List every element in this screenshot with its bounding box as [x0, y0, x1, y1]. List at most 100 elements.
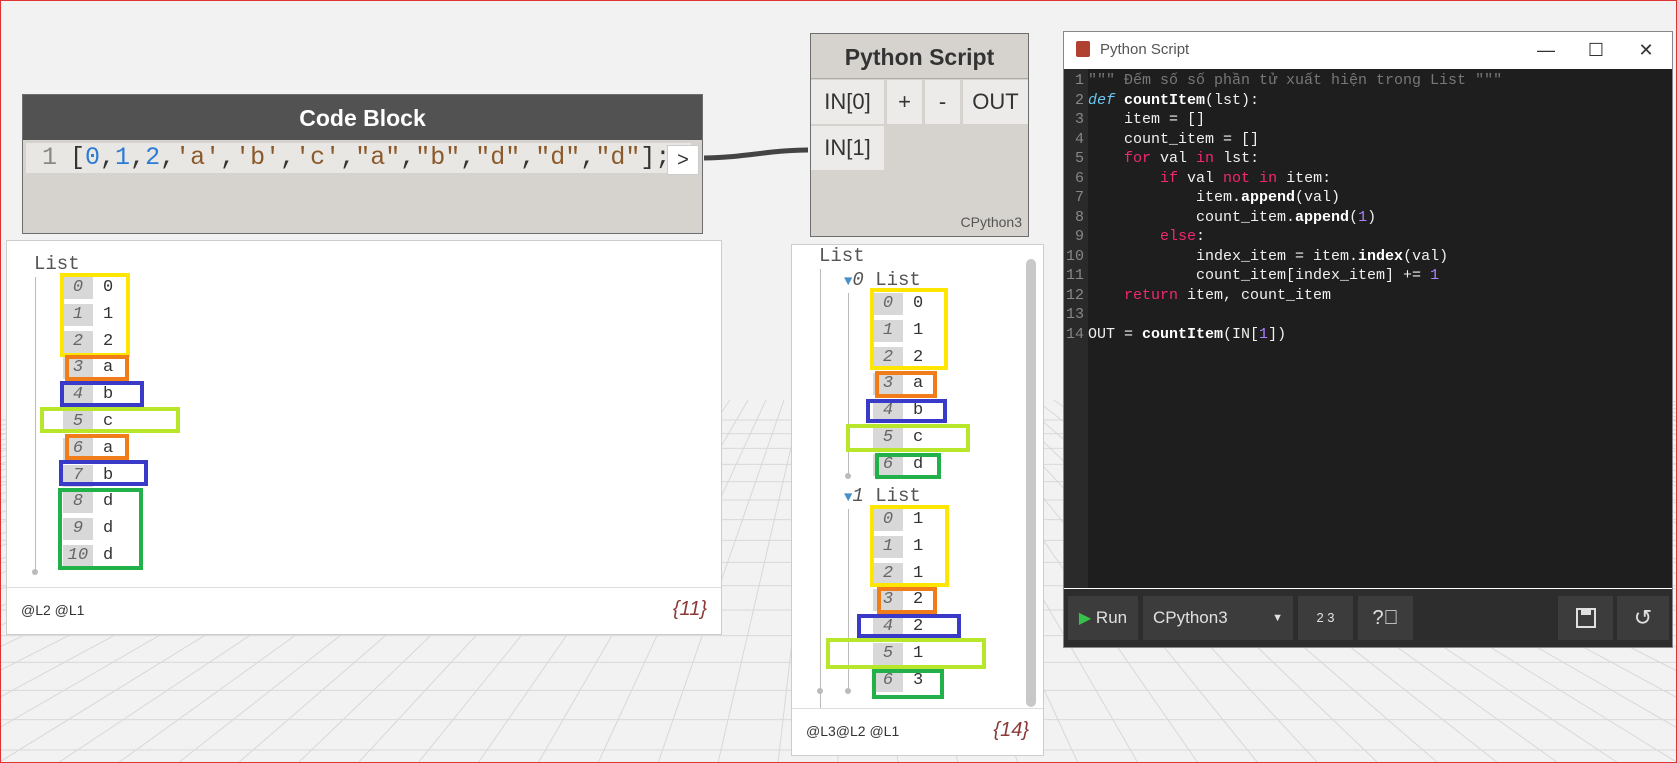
- list-levels[interactable]: @L2 @L1: [21, 602, 84, 618]
- python-node-title[interactable]: Python Script: [811, 34, 1028, 79]
- code-token: [: [70, 143, 86, 172]
- watch-preview-right[interactable]: List ▼0 List ▼1 List 0011223a4b5c6d01112…: [791, 244, 1044, 756]
- engine-select[interactable]: CPython3 ▼: [1143, 596, 1293, 640]
- code-token: lst:: [1214, 150, 1260, 167]
- sublist-index: 0: [852, 269, 864, 291]
- highlight-box: [65, 434, 129, 460]
- code-line[interactable]: 6 if val not in item:: [1064, 169, 1502, 189]
- code-token: (val): [1403, 247, 1449, 265]
- code-token: ,: [340, 143, 356, 172]
- code-block-title[interactable]: Code Block: [23, 95, 702, 140]
- code-line[interactable]: 2 def countItem(lst):: [1064, 91, 1502, 111]
- code-block-code[interactable]: [0,1,2,'a','b','c',"a","b","d","d","d"];: [70, 143, 670, 173]
- code-token: ];: [640, 143, 671, 172]
- code-token: ,: [130, 143, 146, 172]
- code-line[interactable]: 11 count_item[index_item] += 1: [1064, 266, 1502, 286]
- revert-button[interactable]: ↺: [1617, 596, 1669, 640]
- highlight-box: [60, 273, 130, 357]
- code-token: ,: [100, 143, 116, 172]
- sublist-label: List: [875, 485, 921, 507]
- code-token: 1: [115, 143, 131, 172]
- code-line[interactable]: 9 else:: [1064, 227, 1502, 247]
- code-token: (val): [1295, 189, 1341, 206]
- tree-line: [35, 277, 36, 572]
- tree-end-dot: [817, 688, 823, 694]
- editor-titlebar[interactable]: Python Script — ☐ ✕: [1064, 32, 1672, 68]
- code-line[interactable]: 1 """ Đếm số số phần tử xuất hiện trong L…: [1064, 71, 1502, 91]
- python-script-node[interactable]: Python Script IN[0] + - OUT IN[1] CPytho…: [810, 33, 1029, 237]
- code-token: index: [1358, 247, 1404, 265]
- code-line[interactable]: 4 count_item = []: [1064, 130, 1502, 150]
- code-token: "b": [415, 143, 461, 172]
- code-line[interactable]: 14 OUT = countItem(IN[1]): [1064, 325, 1502, 345]
- code-block-node[interactable]: Code Block 1 [0,1,2,'a','b','c',"a","b",…: [22, 94, 703, 234]
- code-line[interactable]: 10 index_item = item.index(val): [1064, 247, 1502, 267]
- code-token: 1: [1259, 325, 1269, 343]
- help-button[interactable]: ?⃝: [1358, 596, 1413, 640]
- code-editor[interactable]: 1 """ Đếm số số phần tử xuất hiện trong L…: [1064, 69, 1672, 588]
- code-line-number: 1: [42, 143, 58, 172]
- watch-preview-left[interactable]: List 0 0 1 1 2 2 3 a 4 b 5 c 6 a 7 b 8 d 9 d 10 d @L2 @L1 {11…: [6, 240, 722, 635]
- code-token: count_item = []: [1088, 130, 1260, 148]
- output-port-out[interactable]: OUT: [963, 80, 1028, 124]
- code-token: in: [1259, 169, 1278, 187]
- code-token: "d": [475, 143, 521, 172]
- highlight-box: [877, 587, 937, 614]
- play-icon: ▶: [1078, 610, 1092, 627]
- remove-input-button[interactable]: -: [925, 80, 960, 124]
- code-line[interactable]: 12 return item, count_item: [1064, 286, 1502, 306]
- code-line[interactable]: 3 item = []: [1064, 110, 1502, 130]
- input-port-in0[interactable]: IN[0]: [811, 80, 884, 124]
- editor-toolbar: ▶ Run CPython3 ▼ 2 3 ?⃝ ↺: [1064, 589, 1672, 647]
- code-token: "d": [595, 143, 641, 172]
- code-token: 'b': [235, 143, 281, 172]
- line-number: 13: [1065, 306, 1084, 323]
- code-block-output-port[interactable]: >: [667, 145, 699, 175]
- vertical-scrollbar[interactable]: [1026, 259, 1036, 707]
- dynamo-logo-icon: [1076, 41, 1090, 57]
- highlight-box: [875, 453, 941, 479]
- code-token: val: [1178, 169, 1224, 187]
- run-button[interactable]: ▶ Run: [1068, 596, 1138, 640]
- highlight-box: [40, 407, 180, 433]
- migration-button[interactable]: 2 3: [1298, 596, 1353, 640]
- tree-end-dot: [32, 569, 38, 575]
- line-number: 9: [1074, 228, 1084, 245]
- code-line[interactable]: 8 count_item.append(1): [1064, 208, 1502, 228]
- save-button[interactable]: [1558, 596, 1613, 640]
- add-input-button[interactable]: +: [887, 80, 922, 124]
- input-port-in1[interactable]: IN[1]: [811, 126, 884, 170]
- code-line[interactable]: 5 for val in lst:: [1064, 149, 1502, 169]
- list-levels[interactable]: @L3@L2 @L1: [806, 723, 899, 739]
- line-number: 11: [1065, 267, 1084, 284]
- code-token: ,: [280, 143, 296, 172]
- undo-icon: ↺: [1633, 605, 1653, 630]
- code-token: ): [1367, 208, 1377, 226]
- engine-value: CPython3: [1153, 608, 1228, 627]
- python-editor-window[interactable]: Python Script — ☐ ✕ 1 """ Đếm số số phần …: [1063, 31, 1673, 648]
- code-line[interactable]: 7 item.append(val): [1064, 188, 1502, 208]
- code-token: ,: [520, 143, 536, 172]
- minimize-button[interactable]: —: [1526, 36, 1566, 64]
- close-button[interactable]: ✕: [1626, 36, 1666, 64]
- line-number: 5: [1074, 150, 1084, 167]
- code-token: :: [1196, 228, 1206, 245]
- maximize-button[interactable]: ☐: [1576, 36, 1616, 64]
- sublist-1-header[interactable]: ▼1 List: [844, 485, 921, 507]
- code-token: ,: [460, 143, 476, 172]
- code-token: return: [1124, 286, 1179, 304]
- code-token: else: [1160, 228, 1197, 245]
- code-token: val: [1151, 150, 1197, 167]
- code-block-line[interactable]: 1 [0,1,2,'a','b','c',"a","b","d","d","d"…: [26, 143, 691, 173]
- code-token: in: [1196, 150, 1215, 167]
- highlight-box: [872, 669, 944, 699]
- line-number: 3: [1074, 111, 1084, 128]
- code-token: ,: [160, 143, 176, 172]
- highlight-box: [65, 355, 129, 381]
- code-line[interactable]: 13: [1064, 305, 1502, 325]
- code-token: """ Đếm số số phần tử xuất hiện trong Li…: [1088, 72, 1503, 89]
